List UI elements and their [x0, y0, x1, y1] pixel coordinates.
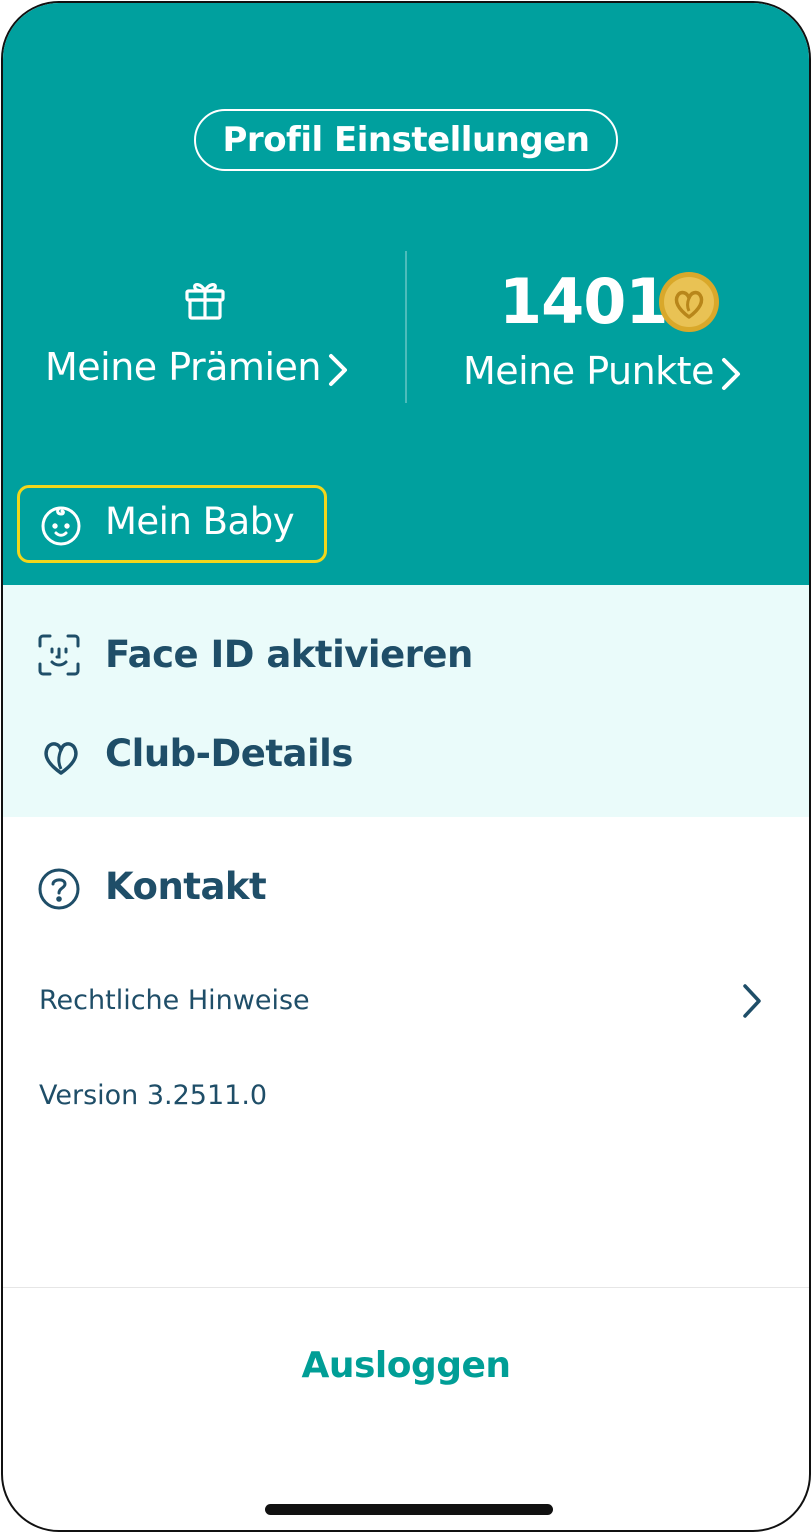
legal-label: Rechtliche Hinweise	[39, 985, 310, 1016]
version-text: Version 3.2511.0	[39, 1080, 268, 1111]
gift-icon	[185, 283, 225, 320]
club-heart-icon	[44, 742, 78, 775]
phone-frame: Profil Einstellungen Meine Prämien 1401	[1, 1, 811, 1532]
points-label: Meine Punkte	[463, 349, 742, 393]
help-circle-icon	[38, 868, 80, 910]
my-baby-label: Mein Baby	[105, 500, 295, 543]
points-value: 1401	[499, 265, 669, 338]
coin-icon	[659, 272, 719, 332]
settings-section	[3, 585, 809, 817]
face-id-label: Face ID aktivieren	[105, 633, 473, 676]
contact-label: Kontakt	[105, 865, 267, 908]
stats-divider	[405, 251, 407, 403]
baby-face-icon	[41, 506, 81, 546]
face-id-icon	[38, 634, 80, 676]
profile-settings-button[interactable]: Profil Einstellungen	[194, 109, 618, 171]
logout-button[interactable]: Ausloggen	[3, 1345, 809, 1386]
header-section: Profil Einstellungen Meine Prämien 1401	[3, 3, 809, 585]
club-details-label: Club-Details	[105, 732, 353, 775]
chevron-right-icon	[721, 357, 740, 390]
chevron-right-icon	[328, 353, 347, 386]
footer-divider	[3, 1287, 809, 1288]
rewards-label: Meine Prämien	[45, 345, 349, 389]
chevron-right-icon	[743, 984, 761, 1018]
home-indicator[interactable]	[265, 1504, 553, 1515]
